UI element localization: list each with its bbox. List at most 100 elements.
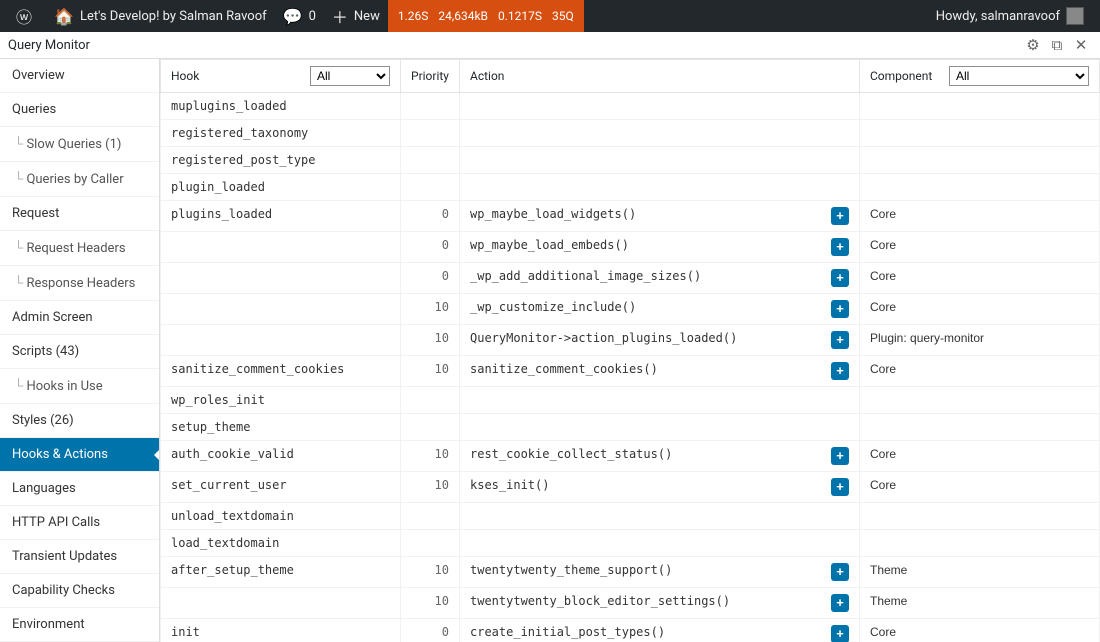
expand-button[interactable]: + (831, 300, 849, 318)
popout-icon[interactable]: ⧉ (1046, 34, 1068, 56)
panel-title: Query Monitor (8, 38, 90, 53)
table-row: registered_taxonomy (161, 120, 1100, 147)
priority-cell: 0 (401, 263, 460, 294)
action-cell (460, 387, 860, 414)
action-cell (460, 147, 860, 174)
hook-cell: muplugins_loaded (161, 93, 401, 120)
sidebar-item-0[interactable]: Overview (0, 59, 159, 93)
priority-cell: 10 (401, 356, 460, 387)
hook-cell: set_current_user (161, 472, 401, 503)
component-cell: Theme (860, 588, 1100, 619)
priority-cell (401, 414, 460, 441)
sidebar-item-6[interactable]: Response Headers (0, 266, 159, 301)
action-cell: create_initial_post_types()+ (460, 619, 860, 642)
component-cell (860, 503, 1100, 530)
priority-cell (401, 387, 460, 414)
action-cell (460, 530, 860, 557)
qm-title-bar: Query Monitor ⚙ ⧉ ✕ (0, 32, 1100, 59)
action-cell: kses_init()+ (460, 472, 860, 503)
priority-cell (401, 147, 460, 174)
hook-cell: after_setup_theme (161, 557, 401, 588)
priority-cell (401, 530, 460, 557)
hook-cell (161, 294, 401, 325)
sidebar-item-13[interactable]: HTTP API Calls (0, 506, 159, 540)
hook-cell: setup_theme (161, 414, 401, 441)
sidebar-item-8[interactable]: Scripts (43) (0, 335, 159, 369)
expand-button[interactable]: + (831, 362, 849, 380)
hook-cell: plugins_loaded (161, 201, 401, 232)
table-row: 0wp_maybe_load_embeds()+Core (161, 232, 1100, 263)
priority-cell (401, 93, 460, 120)
hook-cell (161, 588, 401, 619)
expand-button[interactable]: + (831, 238, 849, 256)
table-row: muplugins_loaded (161, 93, 1100, 120)
new-content[interactable]: ＋New (324, 0, 388, 32)
priority-cell: 0 (401, 201, 460, 232)
hook-cell: plugin_loaded (161, 174, 401, 201)
action-cell (460, 503, 860, 530)
expand-button[interactable]: + (831, 594, 849, 612)
expand-button[interactable]: + (831, 269, 849, 287)
component-cell (860, 387, 1100, 414)
component-cell (860, 530, 1100, 557)
component-cell (860, 414, 1100, 441)
sidebar-item-3[interactable]: Queries by Caller (0, 162, 159, 197)
sidebar-item-11[interactable]: Hooks & Actions (0, 438, 159, 472)
table-row: init0create_initial_post_types()+Core (161, 619, 1100, 642)
action-cell: QueryMonitor->action_plugins_loaded()+ (460, 325, 860, 356)
component-cell: Core (860, 356, 1100, 387)
expand-button[interactable]: + (831, 625, 849, 642)
table-row: auth_cookie_valid10rest_cookie_collect_s… (161, 441, 1100, 472)
sidebar-item-15[interactable]: Capability Checks (0, 574, 159, 608)
sidebar-item-14[interactable]: Transient Updates (0, 540, 159, 574)
component-cell (860, 147, 1100, 174)
sidebar-item-2[interactable]: Slow Queries (1) (0, 127, 159, 162)
hook-cell: sanitize_comment_cookies (161, 356, 401, 387)
table-row: sanitize_comment_cookies10sanitize_comme… (161, 356, 1100, 387)
sidebar-item-10[interactable]: Styles (26) (0, 404, 159, 438)
expand-button[interactable]: + (831, 478, 849, 496)
table-row: 10twentytwenty_block_editor_settings()+T… (161, 588, 1100, 619)
close-icon[interactable]: ✕ (1070, 34, 1092, 56)
comment-icon: 💬 (283, 7, 303, 26)
wp-logo[interactable]: ⓦ (8, 0, 46, 32)
sidebar-item-4[interactable]: Request (0, 197, 159, 231)
expand-button[interactable]: + (831, 447, 849, 465)
table-row: 0_wp_add_additional_image_sizes()+Core (161, 263, 1100, 294)
priority-cell: 0 (401, 232, 460, 263)
component-cell: Core (860, 472, 1100, 503)
hook-cell: registered_post_type (161, 147, 401, 174)
expand-button[interactable]: + (831, 563, 849, 581)
expand-button[interactable]: + (831, 331, 849, 349)
admin-bar: ⓦ 🏠Let's Develop! by Salman Ravoof 💬0 ＋N… (0, 0, 1100, 32)
priority-cell (401, 503, 460, 530)
hook-cell: registered_taxonomy (161, 120, 401, 147)
sidebar-item-1[interactable]: Queries (0, 93, 159, 127)
action-cell (460, 120, 860, 147)
sidebar-item-16[interactable]: Environment (0, 608, 159, 642)
component-cell: Core (860, 263, 1100, 294)
action-cell: twentytwenty_block_editor_settings()+ (460, 588, 860, 619)
wordpress-icon: ⓦ (16, 4, 32, 28)
settings-icon[interactable]: ⚙ (1022, 34, 1044, 56)
component-cell: Core (860, 201, 1100, 232)
hook-filter[interactable]: All (310, 66, 390, 86)
hook-cell (161, 232, 401, 263)
hook-cell: wp_roles_init (161, 387, 401, 414)
priority-cell: 10 (401, 588, 460, 619)
action-cell (460, 93, 860, 120)
user-menu[interactable]: Howdy, salmanravoof (928, 0, 1092, 32)
sidebar: OverviewQueriesSlow Queries (1)Queries b… (0, 59, 160, 642)
component-cell (860, 174, 1100, 201)
sidebar-item-7[interactable]: Admin Screen (0, 301, 159, 335)
expand-button[interactable]: + (831, 207, 849, 225)
comments[interactable]: 💬0 (275, 0, 324, 32)
qm-stats[interactable]: 1.26S 24,634kB 0.1217S 35Q (388, 0, 584, 32)
sidebar-item-12[interactable]: Languages (0, 472, 159, 506)
component-filter[interactable]: All (949, 66, 1089, 86)
site-name[interactable]: 🏠Let's Develop! by Salman Ravoof (46, 0, 275, 32)
action-cell: rest_cookie_collect_status()+ (460, 441, 860, 472)
sidebar-item-9[interactable]: Hooks in Use (0, 369, 159, 404)
sidebar-item-5[interactable]: Request Headers (0, 231, 159, 266)
component-cell: Plugin: query-monitor (860, 325, 1100, 356)
